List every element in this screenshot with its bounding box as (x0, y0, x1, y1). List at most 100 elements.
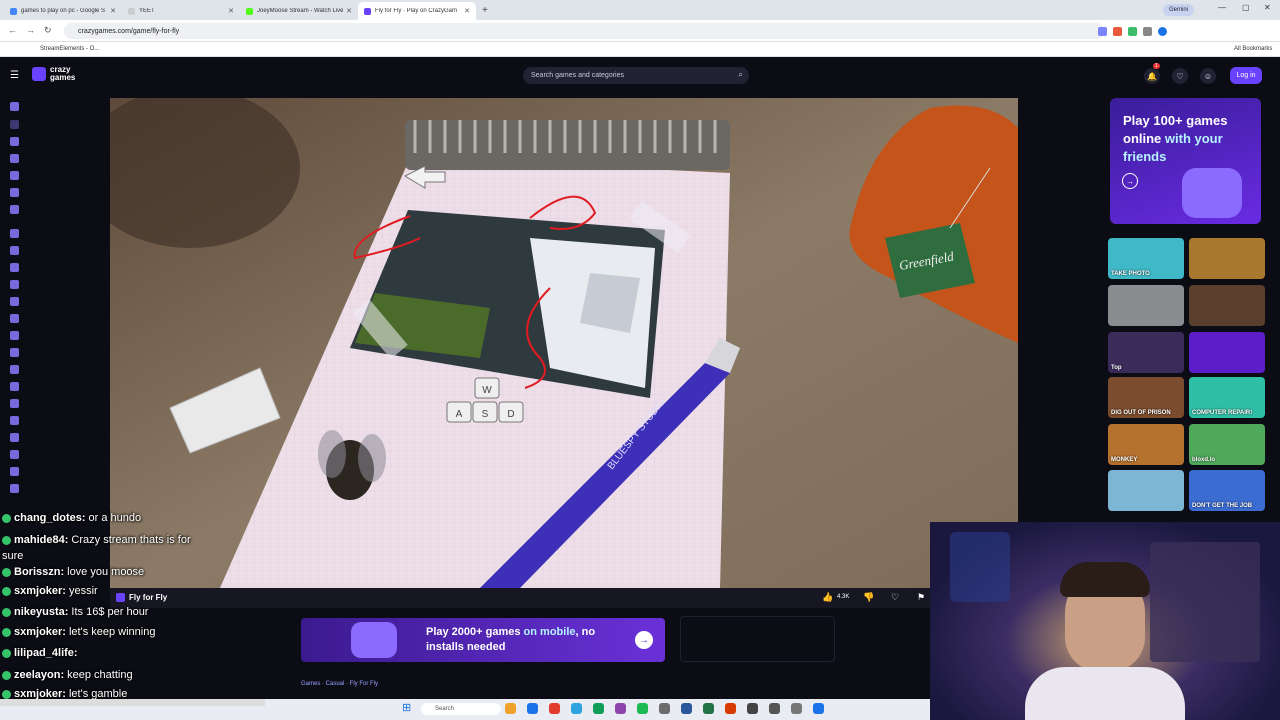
browser-tabbar: games to play on pc - Google S ✕ YEET ✕ Jo… (0, 0, 1280, 20)
trending-icon[interactable] (10, 154, 19, 163)
bookmark-item[interactable]: StreamElements - O... (40, 46, 99, 52)
game-tile[interactable]: COMPUTER REPAIR! (1189, 377, 1265, 418)
flash-icon[interactable] (10, 416, 19, 425)
game-tile[interactable]: DON'T GET THE JOB (1189, 470, 1265, 511)
url-field[interactable]: crazygames.com/game/fly-for-fly (64, 23, 1104, 39)
close-icon[interactable]: ✕ (346, 7, 352, 15)
friends-icon[interactable]: ☺ (1200, 68, 1216, 84)
game-tile[interactable]: MONKEY (1108, 424, 1184, 465)
car-icon[interactable] (10, 297, 19, 306)
game-tile[interactable] (1189, 238, 1265, 279)
breadcrumb[interactable]: Games · Casual · Fly For Fly (301, 681, 378, 687)
profile-icon[interactable] (1158, 27, 1167, 36)
game-tile[interactable]: DIG OUT OF PRISON (1108, 377, 1184, 418)
clicker-icon[interactable] (10, 348, 19, 357)
taskbar-app-icon[interactable] (725, 703, 736, 714)
ad-slot (680, 616, 835, 662)
minimize-icon[interactable]: — (1218, 3, 1226, 12)
close-icon[interactable]: ✕ (110, 7, 116, 15)
chat-badge-icon (2, 567, 11, 577)
taskbar-app-icon[interactable] (747, 703, 758, 714)
fps-icon[interactable] (10, 433, 19, 442)
home-icon[interactable] (10, 102, 19, 111)
chat-badge-icon (2, 586, 11, 596)
chat-username: mahide84: (14, 534, 69, 546)
reload-icon[interactable]: ↻ (44, 25, 52, 36)
game-tile[interactable]: TAKE PHOTO (1108, 238, 1184, 279)
taskbar-app-icon[interactable] (637, 703, 648, 714)
close-icon[interactable]: ✕ (228, 7, 234, 15)
crazygames-logo[interactable]: crazy games (32, 66, 75, 82)
browser-tab[interactable]: games to play on pc - Google S ✕ (4, 2, 122, 20)
driving-icon[interactable] (10, 382, 19, 391)
arrow-right-icon[interactable]: → (635, 631, 653, 649)
flag-icon[interactable]: ⚑ (917, 592, 925, 603)
close-icon[interactable]: ✕ (464, 7, 470, 15)
game-icon (116, 593, 125, 602)
recent-icon[interactable] (10, 120, 19, 129)
like-icon[interactable]: 👍 (822, 592, 833, 603)
game-tile[interactable] (1108, 285, 1184, 326)
game-tile-label: DON'T GET THE JOB (1192, 503, 1253, 509)
all-bookmarks[interactable]: All Bookmarks (1234, 46, 1272, 52)
arrow-right-icon[interactable]: → (1122, 173, 1138, 189)
extension-icon[interactable] (1113, 27, 1122, 36)
taskbar-app-icon[interactable] (813, 703, 824, 714)
taskbar-app-icon[interactable] (527, 703, 538, 714)
search-input[interactable]: Search games and categories ⌕ (523, 67, 749, 84)
page-icon (128, 7, 135, 15)
taskbar-app-icon[interactable] (571, 703, 582, 714)
forward-icon[interactable]: → (26, 25, 35, 35)
extension-icon[interactable] (1143, 27, 1152, 36)
escape-icon[interactable] (10, 399, 19, 408)
taskbar-app-icon[interactable] (703, 703, 714, 714)
game-tile[interactable]: bloxd.io (1189, 424, 1265, 465)
game-tile[interactable] (1108, 470, 1184, 511)
extension-icon[interactable] (1128, 27, 1137, 36)
action-icon[interactable] (10, 229, 19, 238)
taskbar-app-icon[interactable] (505, 703, 516, 714)
bell-icon[interactable]: 🔔 (1144, 68, 1160, 84)
multiplayer-icon[interactable] (10, 205, 19, 214)
card-icon[interactable] (10, 314, 19, 323)
heart-icon[interactable]: ♡ (1172, 68, 1188, 84)
basketball-icon[interactable] (10, 263, 19, 272)
gemini-button[interactable]: Gemini (1163, 4, 1195, 16)
originals-icon[interactable] (10, 188, 19, 197)
menu-icon[interactable]: ☰ (10, 70, 19, 81)
controller-icon[interactable] (10, 365, 19, 374)
taskbar-search[interactable]: Search (421, 703, 501, 715)
taskbar-app-icon[interactable] (791, 703, 802, 714)
maximize-icon[interactable]: ▢ (1242, 3, 1250, 12)
back-icon[interactable]: ← (8, 25, 17, 35)
taskbar-app-icon[interactable] (681, 703, 692, 714)
taskbar-app-icon[interactable] (615, 703, 626, 714)
favorite-icon[interactable]: ♡ (891, 592, 899, 603)
casual-icon[interactable] (10, 331, 19, 340)
taskbar-app-icon[interactable] (593, 703, 604, 714)
mahjong-icon[interactable] (10, 484, 19, 493)
game-tile[interactable] (1189, 332, 1265, 373)
taskbar-app-icon[interactable] (549, 703, 560, 714)
extension-icon[interactable] (1098, 27, 1107, 36)
taskbar-app-icon[interactable] (769, 703, 780, 714)
updated-icon[interactable] (10, 171, 19, 180)
game-tile[interactable]: Top (1108, 332, 1184, 373)
io-icon[interactable] (10, 467, 19, 476)
browser-tab[interactable]: YEET ✕ (122, 2, 240, 20)
close-window-icon[interactable]: ✕ (1264, 3, 1271, 12)
dislike-icon[interactable]: 👎 (863, 592, 874, 603)
taskbar-app-icon[interactable] (659, 703, 670, 714)
game-canvas[interactable]: W A S D BLUESPY STUDIO Greenfield (110, 98, 1018, 588)
windows-start-icon[interactable]: ⊞ (402, 701, 411, 714)
new-icon[interactable] (10, 137, 19, 146)
login-button[interactable]: Log in (1230, 67, 1262, 84)
beauty-icon[interactable] (10, 280, 19, 289)
adventure-icon[interactable] (10, 246, 19, 255)
new-tab-button[interactable]: + (482, 5, 488, 16)
browser-tab[interactable]: JoeyMoose Stream - Watch Live ✕ (240, 2, 358, 20)
streamer-shirt (1025, 667, 1185, 720)
horror-icon[interactable] (10, 450, 19, 459)
game-tile[interactable] (1189, 285, 1265, 326)
browser-tab-active[interactable]: Fly for Fly · Play on CrazyGam ✕ (358, 2, 476, 20)
